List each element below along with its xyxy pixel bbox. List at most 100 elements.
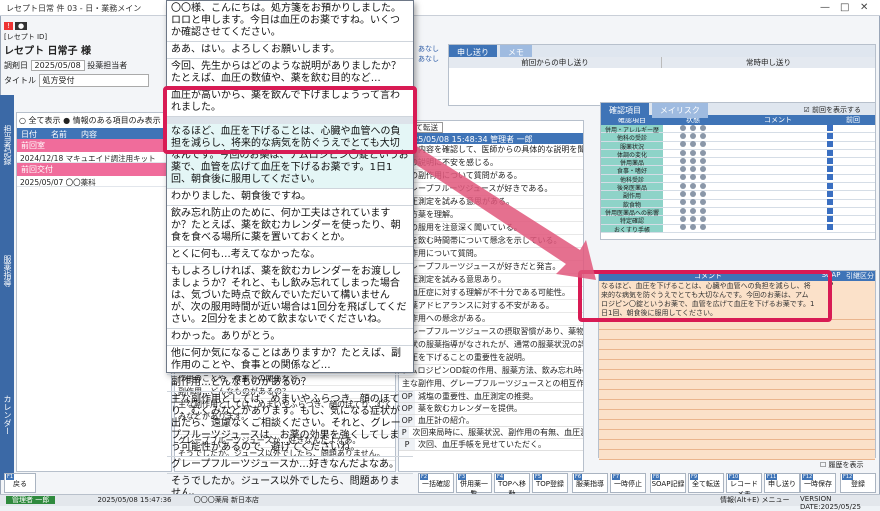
edit-icon[interactable]: [827, 149, 833, 156]
fkey-button[interactable]: F12 登録: [840, 473, 876, 493]
tab-record[interactable]: 担当者記録: [1, 125, 13, 165]
comment-empty-row[interactable]: [599, 360, 875, 370]
check-circle-icon[interactable]: [680, 207, 686, 214]
check-circle-icon[interactable]: [690, 132, 696, 139]
fkey-button[interactable]: F11 申し送り: [764, 473, 800, 493]
check-circle-icon[interactable]: [680, 132, 686, 139]
check-circle-icon[interactable]: [700, 182, 706, 189]
soap-plan-item[interactable]: OP 薬を飲むカレンダーを提供。: [399, 403, 583, 415]
chat-message[interactable]: 他に何か気になることはありますか？たとえば、副作用のことや、食事との関係など…: [167, 346, 413, 375]
fkey-button[interactable]: F8 SOAP記録: [650, 473, 686, 493]
check-circle-icon[interactable]: [690, 157, 696, 164]
tab-calendar[interactable]: カレンダー: [1, 395, 13, 435]
soap-item[interactable]: アムロジピンOD錠の作用、服薬方法、飲み忘れ時の対応について説明。: [399, 365, 583, 378]
check-row[interactable]: おくすり手帳: [601, 224, 875, 234]
edit-icon[interactable]: [827, 207, 833, 214]
soap-plan-item[interactable]: P 次回、血圧手帳を見せていただく。: [399, 439, 583, 451]
check-circle-icon[interactable]: [680, 174, 686, 181]
soap-item[interactable]: 現状の服薬指導がなされたが、通常の服薬状況の詳細は不明である。: [399, 339, 583, 352]
edit-icon[interactable]: [827, 157, 833, 164]
soap-plan-item[interactable]: OP 血圧計の紹介。: [399, 415, 583, 427]
check-circle-icon[interactable]: [700, 141, 706, 148]
edit-icon[interactable]: [827, 215, 833, 222]
chat-message[interactable]: もしよろしければ、薬を飲むカレンダーをお渡ししましょうか？それと、もし飲み忘れて…: [167, 264, 413, 329]
chat-message[interactable]: グレープフルーツジュースか…好きなんだよなあ。: [167, 457, 413, 474]
chat-message[interactable]: 主な副作用としては、めまいやふらつき、顔のほてり、むくみなどがあります。もし、気…: [167, 392, 413, 457]
soap-plan-item[interactable]: OP 減塩の重要性、血圧測定の推奨。: [399, 391, 583, 403]
conversation-popup[interactable]: 〇〇様、こんにちは。処方箋をお預かりしました。ロロと申します。今日は血圧のお薬で…: [166, 0, 414, 503]
check-circle-icon[interactable]: [700, 191, 706, 198]
check-circle-icon[interactable]: [700, 224, 706, 231]
comment-empty-row[interactable]: [599, 420, 875, 430]
radio-info[interactable]: ● 情報のある項目のみ表示: [63, 116, 161, 125]
check-circle-icon[interactable]: [690, 207, 696, 214]
check-circle-icon[interactable]: [700, 149, 706, 156]
comment-empty-row[interactable]: [599, 370, 875, 380]
comment-empty-row[interactable]: [599, 440, 875, 450]
edit-icon[interactable]: [827, 199, 833, 206]
check-circle-icon[interactable]: [700, 207, 706, 214]
tab-highrisk[interactable]: メイリスク: [651, 103, 708, 118]
fkey-button[interactable]: F3併用薬一覧: [456, 473, 492, 498]
comment-empty-row[interactable]: [599, 410, 875, 420]
soap-item[interactable]: 血圧を下げることの重要性を説明。: [399, 352, 583, 365]
check-circle-icon[interactable]: [690, 182, 696, 189]
check-circle-icon[interactable]: [700, 199, 706, 206]
soap-item[interactable]: 副作用への懸念がある。: [399, 313, 583, 326]
show-prev-checkbox[interactable]: ☑ 前回を表示する: [803, 105, 861, 115]
fkey-button[interactable]: F2 一括確認: [418, 473, 454, 493]
check-circle-icon[interactable]: [690, 141, 696, 148]
check-circle-icon[interactable]: [680, 166, 686, 173]
soap-item[interactable]: グレープフルーツジュースの摂取習慣があり、薬物相互作用のリスクがある。: [399, 326, 583, 339]
edit-icon[interactable]: [827, 166, 833, 173]
check-circle-icon[interactable]: [680, 182, 686, 189]
maximize-button[interactable]: □: [840, 2, 849, 13]
comment-empty-row[interactable]: [599, 450, 875, 460]
close-button[interactable]: ✕: [860, 2, 868, 13]
title-field[interactable]: 処方受付: [38, 74, 149, 87]
comment-empty-row[interactable]: [599, 340, 875, 350]
edit-icon[interactable]: [827, 174, 833, 181]
fkey-button[interactable]: F5 TOP登録: [532, 473, 568, 493]
check-circle-icon[interactable]: [700, 215, 706, 222]
check-circle-icon[interactable]: [700, 166, 706, 173]
show-history-checkbox[interactable]: ☐ 履歴を表示: [820, 460, 864, 470]
fkey-button[interactable]: F12 一時保存: [800, 473, 836, 493]
edit-icon[interactable]: [827, 191, 833, 198]
chat-message[interactable]: 副作用…どんなものがあるの？: [167, 375, 413, 392]
check-circle-icon[interactable]: [690, 166, 696, 173]
check-circle-icon[interactable]: [690, 149, 696, 156]
group-delivery[interactable]: 前回交付: [17, 163, 171, 176]
status-info[interactable]: 情報(Alt+E) メニュー: [720, 495, 789, 505]
minimize-button[interactable]: —: [820, 2, 830, 13]
check-circle-icon[interactable]: [690, 124, 696, 131]
radio-all[interactable]: ○ 全て表示: [19, 116, 61, 125]
check-circle-icon[interactable]: [680, 124, 686, 131]
list-item[interactable]: 2025/05/07 〇〇薬科: [17, 176, 171, 187]
chat-message[interactable]: 飲み忘れ防止のために、何か工夫はされていますか？たとえば、薬を飲むカレンダーを使…: [167, 206, 413, 247]
comment-empty-row[interactable]: [599, 400, 875, 410]
fkey-button[interactable]: F7 一時停止: [610, 473, 646, 493]
check-circle-icon[interactable]: [690, 199, 696, 206]
check-circle-icon[interactable]: [690, 191, 696, 198]
soap-item[interactable]: 主な副作用、グレープフルーツジュースとの相互作用について説明。: [399, 378, 583, 391]
comment-empty-row[interactable]: [599, 390, 875, 400]
comment-empty-row[interactable]: [599, 380, 875, 390]
list-item[interactable]: 2024/12/18 マキュエイド調注用キット: [17, 152, 171, 163]
dispense-date-field[interactable]: 2025/05/08: [30, 60, 85, 71]
edit-icon[interactable]: [827, 124, 833, 131]
tab-check-items[interactable]: 確認項目: [601, 103, 649, 118]
check-circle-icon[interactable]: [690, 174, 696, 181]
chat-message[interactable]: わかった。ありがとう。: [167, 329, 413, 346]
soap-item[interactable]: 服薬アドヒアランスに対する不安がある。: [399, 300, 583, 313]
check-circle-icon[interactable]: [680, 199, 686, 206]
chat-message[interactable]: 〇〇様、こんにちは。処方箋をお預かりしました。ロロと申します。今日は血圧のお薬で…: [167, 1, 413, 42]
edit-icon[interactable]: [827, 182, 833, 189]
soap-plan-item[interactable]: P次回来局時に、服薬状況、副作用の有無、血圧測定の結果について確認。: [399, 427, 583, 439]
edit-icon[interactable]: [827, 224, 833, 231]
check-circle-icon[interactable]: [680, 215, 686, 222]
comment-empty-row[interactable]: [599, 330, 875, 340]
check-circle-icon[interactable]: [690, 215, 696, 222]
check-circle-icon[interactable]: [680, 149, 686, 156]
chat-message[interactable]: とくに何も…考えてなかったな。: [167, 247, 413, 264]
